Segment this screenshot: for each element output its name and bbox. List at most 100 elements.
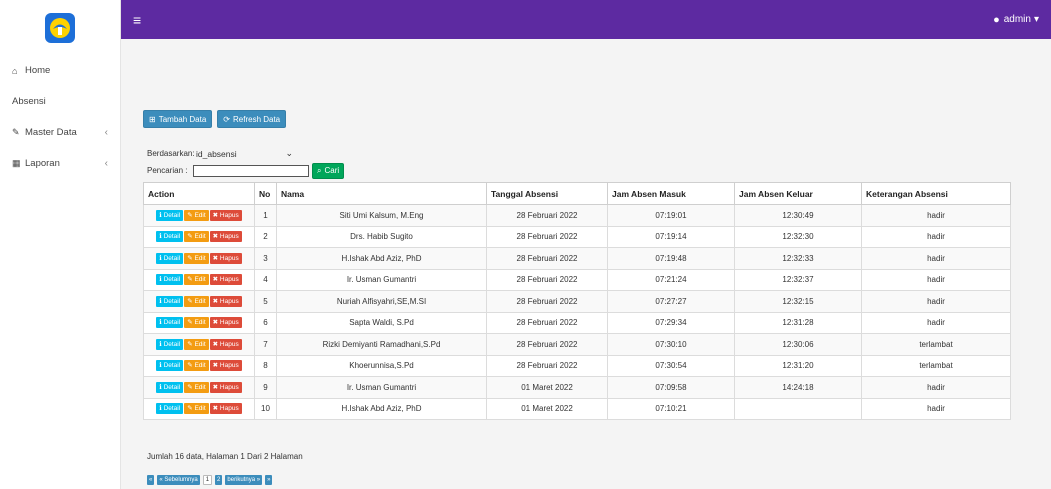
search-button[interactable]: ⌕ Cari — [312, 162, 345, 179]
last-page-button[interactable]: » — [265, 475, 273, 485]
cell-keterangan: terlambat — [861, 354, 1011, 377]
hapus-button[interactable]: ✖ Hapus — [209, 209, 242, 221]
search-input[interactable] — [193, 164, 309, 177]
logo-area — [0, 0, 120, 55]
user-menu[interactable]: ● admin ▾ — [993, 14, 1039, 26]
detail-button[interactable]: ℹ Detail — [156, 403, 184, 415]
cell-keterangan: terlambat — [861, 333, 1011, 356]
edit-label: Edit — [194, 297, 206, 305]
add-data-button[interactable]: ⊞ Tambah Data — [143, 110, 213, 128]
chevron-left-icon: ‹ — [104, 127, 108, 138]
cell-jam-keluar: 12:31:28 — [734, 311, 862, 334]
sidebar-item-master-data[interactable]: ✎ Master Data ‹ — [0, 117, 120, 148]
cell-keterangan: hadir — [861, 204, 1011, 227]
edit-button[interactable]: ✎ Edit — [184, 317, 209, 329]
edit-button[interactable]: ✎ Edit — [184, 403, 209, 415]
cell-no: 10 — [254, 397, 277, 420]
refresh-data-button[interactable]: ⟳ Refresh Data — [217, 110, 287, 128]
cell-jam-keluar: 14:24:18 — [734, 376, 862, 399]
cell-keterangan: hadir — [861, 290, 1011, 313]
detail-button[interactable]: ℹ Detail — [156, 274, 184, 286]
add-data-label: Tambah Data — [158, 114, 207, 124]
hapus-label: Hapus — [219, 233, 239, 241]
col-jam-masuk: Jam Absen Masuk — [607, 182, 735, 205]
cell-tanggal: 28 Februari 2022 — [486, 268, 608, 291]
hapus-button[interactable]: ✖ Hapus — [209, 403, 242, 415]
detail-label: Detail — [163, 319, 181, 327]
cell-no: 1 — [254, 204, 277, 227]
cell-nama: Ir. Usman Gumantri — [276, 268, 487, 291]
detail-button[interactable]: ℹ Detail — [156, 295, 184, 307]
edit-button[interactable]: ✎ Edit — [184, 274, 209, 286]
hapus-button[interactable]: ✖ Hapus — [209, 295, 242, 307]
cell-nama: Ir. Usman Gumantri — [276, 376, 487, 399]
search-button-label: Cari — [324, 166, 340, 175]
cell-keterangan: hadir — [861, 376, 1011, 399]
detail-button[interactable]: ℹ Detail — [156, 252, 184, 264]
tut-wuri-handayani-logo[interactable] — [45, 12, 75, 43]
hapus-button[interactable]: ✖ Hapus — [209, 381, 242, 393]
detail-button[interactable]: ℹ Detail — [156, 338, 184, 350]
cell-jam-keluar: 12:32:33 — [734, 247, 862, 270]
col-keterangan: Keterangan Absensi — [861, 182, 1011, 205]
sidebar-item-laporan[interactable]: ▦ Laporan ‹ — [0, 148, 120, 179]
page-1-button[interactable]: 1 — [202, 475, 213, 485]
table-row: ℹ Detail ✎ Edit ✖ Hapus 5 Nuriah Alfisyahri,… — [143, 290, 1011, 313]
table-row: ℹ Detail ✎ Edit ✖ Hapus 10 H.Ishak Abd Aziz,… — [143, 397, 1011, 420]
action-cell: ℹ Detail ✎ Edit ✖ Hapus — [143, 333, 255, 356]
table-row: ℹ Detail ✎ Edit ✖ Hapus 7 Rizki Demiyanti Ra… — [143, 333, 1011, 356]
detail-button[interactable]: ℹ Detail — [156, 317, 184, 329]
detail-button[interactable]: ℹ Detail — [156, 209, 184, 221]
edit-button[interactable]: ✎ Edit — [184, 338, 209, 350]
cell-tanggal: 28 Februari 2022 — [486, 354, 608, 377]
hapus-label: Hapus — [219, 405, 239, 413]
table-row: ℹ Detail ✎ Edit ✖ Hapus 6 Sapta Waldi, S.Pd 2… — [143, 311, 1011, 334]
hapus-button[interactable]: ✖ Hapus — [209, 252, 242, 264]
detail-button[interactable]: ℹ Detail — [156, 360, 184, 372]
first-page-button[interactable]: « — [147, 475, 155, 485]
prev-page-button[interactable]: « Sebelumnya — [157, 475, 200, 485]
calendar-icon: ▦ — [12, 158, 21, 168]
hapus-button[interactable]: ✖ Hapus — [209, 360, 242, 372]
hapus-label: Hapus — [219, 297, 239, 305]
detail-button[interactable]: ℹ Detail — [156, 381, 184, 393]
edit-button[interactable]: ✎ Edit — [184, 231, 209, 243]
hapus-button[interactable]: ✖ Hapus — [209, 274, 242, 286]
chevron-down-icon: ⌄ — [285, 148, 293, 158]
edit-button[interactable]: ✎ Edit — [184, 252, 209, 264]
sidebar-item-home[interactable]: ⌂ Home — [0, 55, 120, 86]
cell-nama: H.Ishak Abd Aziz, PhD — [276, 397, 487, 420]
table-header-row: Action No Nama Tanggal Absensi Jam Absen… — [143, 182, 1011, 205]
action-cell: ℹ Detail ✎ Edit ✖ Hapus — [143, 268, 255, 291]
cell-nama: Drs. Habib Sugito — [276, 225, 487, 248]
edit-button[interactable]: ✎ Edit — [184, 295, 209, 307]
edit-label: Edit — [194, 362, 206, 370]
action-cell: ℹ Detail ✎ Edit ✖ Hapus — [143, 225, 255, 248]
filter-by-select[interactable]: id_absensi ⌄ — [193, 147, 293, 161]
page-2-button[interactable]: 2 — [215, 475, 223, 485]
cell-jam-masuk: 07:30:54 — [607, 354, 735, 377]
detail-button[interactable]: ℹ Detail — [156, 231, 184, 243]
next-page-button[interactable]: berikutnya » — [225, 475, 263, 485]
table-row: ℹ Detail ✎ Edit ✖ Hapus 1 Siti Umi Kalsum, M… — [143, 204, 1011, 227]
edit-button[interactable]: ✎ Edit — [184, 381, 209, 393]
hapus-button[interactable]: ✖ Hapus — [209, 338, 242, 350]
edit-label: Edit — [194, 233, 206, 241]
hapus-button[interactable]: ✖ Hapus — [209, 231, 242, 243]
detail-label: Detail — [163, 383, 181, 391]
cell-nama: Siti Umi Kalsum, M.Eng — [276, 204, 487, 227]
search-icon: ⌕ — [317, 165, 322, 175]
edit-button[interactable]: ✎ Edit — [184, 360, 209, 372]
sidebar-item-absensi[interactable]: Absensi — [0, 86, 120, 117]
cell-tanggal: 28 Februari 2022 — [486, 311, 608, 334]
col-jam-keluar: Jam Absen Keluar — [734, 182, 862, 205]
action-cell: ℹ Detail ✎ Edit ✖ Hapus — [143, 397, 255, 420]
hamburger-icon[interactable]: ≡ — [133, 12, 141, 28]
hapus-label: Hapus — [219, 383, 239, 391]
edit-button[interactable]: ✎ Edit — [184, 209, 209, 221]
cell-no: 2 — [254, 225, 277, 248]
cell-jam-masuk: 07:27:27 — [607, 290, 735, 313]
col-no: No — [254, 182, 277, 205]
hapus-button[interactable]: ✖ Hapus — [209, 317, 242, 329]
sidebar-item-label: Laporan — [25, 158, 60, 169]
